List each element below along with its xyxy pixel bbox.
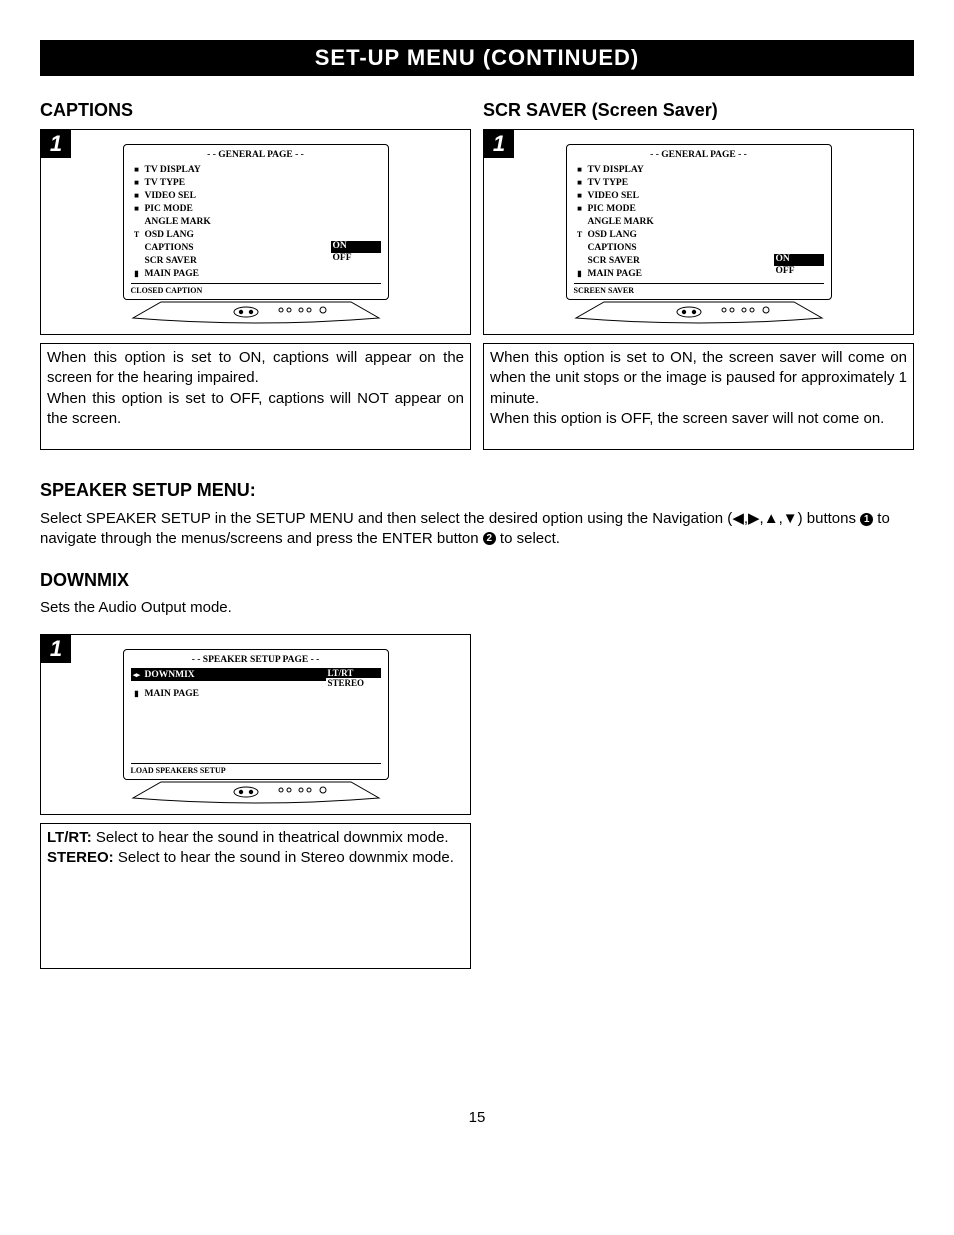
speaker-paragraph: Select SPEAKER SETUP in the SETUP MENU a… xyxy=(40,509,914,548)
device-base-icon xyxy=(131,300,381,328)
step-badge: 1 xyxy=(484,130,514,158)
osd-item: VIDEO SEL xyxy=(588,191,639,201)
osd-title: - - GENERAL PAGE - - xyxy=(574,150,824,160)
step-badge: 1 xyxy=(41,130,71,158)
osd-item: PIC MODE xyxy=(145,204,193,214)
osd-item: CAPTIONS xyxy=(145,243,194,253)
osd-item: TV TYPE xyxy=(588,178,629,188)
captions-heading: CAPTIONS xyxy=(40,100,471,121)
scrsaver-panel: 1 - - GENERAL PAGE - - ■TV DISPLAY ■TV T… xyxy=(483,129,914,335)
osd-item: ANGLE MARK xyxy=(588,217,654,227)
device-base-icon xyxy=(131,780,381,808)
downmix-description: LT/RT: Select to hear the sound in theat… xyxy=(40,823,471,969)
osd-item: SCR SAVER xyxy=(145,256,197,266)
osd-item: CAPTIONS xyxy=(588,243,637,253)
downmix-panel: 1 - - SPEAKER SETUP PAGE - - ◂▸DOWNMIX ▮… xyxy=(40,634,471,815)
osd-item: TV TYPE xyxy=(145,178,186,188)
callout-2-icon: 2 xyxy=(483,532,496,545)
osd-item: MAIN PAGE xyxy=(145,269,199,279)
osd-option-on: ON xyxy=(331,241,381,253)
osd-general-page: - - GENERAL PAGE - - ■TV DISPLAY ■TV TYP… xyxy=(566,144,832,300)
osd-option-off: OFF xyxy=(331,253,381,265)
osd-item: OSD LANG xyxy=(588,230,637,240)
osd-item: TV DISPLAY xyxy=(145,165,201,175)
captions-panel: 1 - - GENERAL PAGE - - ■TV DISPLAY ■TV T… xyxy=(40,129,471,335)
scrsaver-description: When this option is set to ON, the scree… xyxy=(483,343,914,450)
captions-description: When this option is set to ON, captions … xyxy=(40,343,471,450)
osd-item: SCR SAVER xyxy=(588,256,640,266)
osd-general-page: - - GENERAL PAGE - - ■TV DISPLAY ■TV TYP… xyxy=(123,144,389,300)
scrsaver-heading: SCR SAVER (Screen Saver) xyxy=(483,100,914,121)
downmix-subtitle: Sets the Audio Output mode. xyxy=(40,599,914,616)
osd-item: OSD LANG xyxy=(145,230,194,240)
step-badge: 1 xyxy=(41,635,71,663)
osd-item: VIDEO SEL xyxy=(145,191,196,201)
osd-item-mainpage: MAIN PAGE xyxy=(145,689,199,699)
speaker-icon: ◂▸ xyxy=(131,671,143,679)
osd-title: - - SPEAKER SETUP PAGE - - xyxy=(131,655,381,665)
title-bar: SET-UP MENU (CONTINUED) xyxy=(40,40,914,76)
downmix-heading: DOWNMIX xyxy=(40,570,914,591)
osd-title: - - GENERAL PAGE - - xyxy=(131,150,381,160)
osd-footer: LOAD SPEAKERS SETUP xyxy=(131,763,381,775)
osd-speaker-setup-page: - - SPEAKER SETUP PAGE - - ◂▸DOWNMIX ▮MA… xyxy=(123,649,389,780)
osd-item: TV DISPLAY xyxy=(588,165,644,175)
osd-footer: SCREEN SAVER xyxy=(574,283,824,295)
page-number: 15 xyxy=(40,1109,914,1126)
osd-option-on: ON xyxy=(774,254,824,266)
osd-item: ANGLE MARK xyxy=(145,217,211,227)
osd-option-off: OFF xyxy=(774,266,824,278)
device-base-icon xyxy=(574,300,824,328)
nav-arrows-icon: ◀,▶,▲,▼ xyxy=(732,510,797,527)
osd-item: MAIN PAGE xyxy=(588,269,642,279)
osd-footer: CLOSED CAPTION xyxy=(131,283,381,295)
speaker-heading: SPEAKER SETUP MENU: xyxy=(40,480,914,501)
osd-item: PIC MODE xyxy=(588,204,636,214)
osd-option-stereo: STEREO xyxy=(326,678,381,688)
osd-item-downmix: DOWNMIX xyxy=(145,670,195,680)
osd-option-ltrt: LT/RT xyxy=(326,668,381,678)
callout-1-icon: 1 xyxy=(860,513,873,526)
